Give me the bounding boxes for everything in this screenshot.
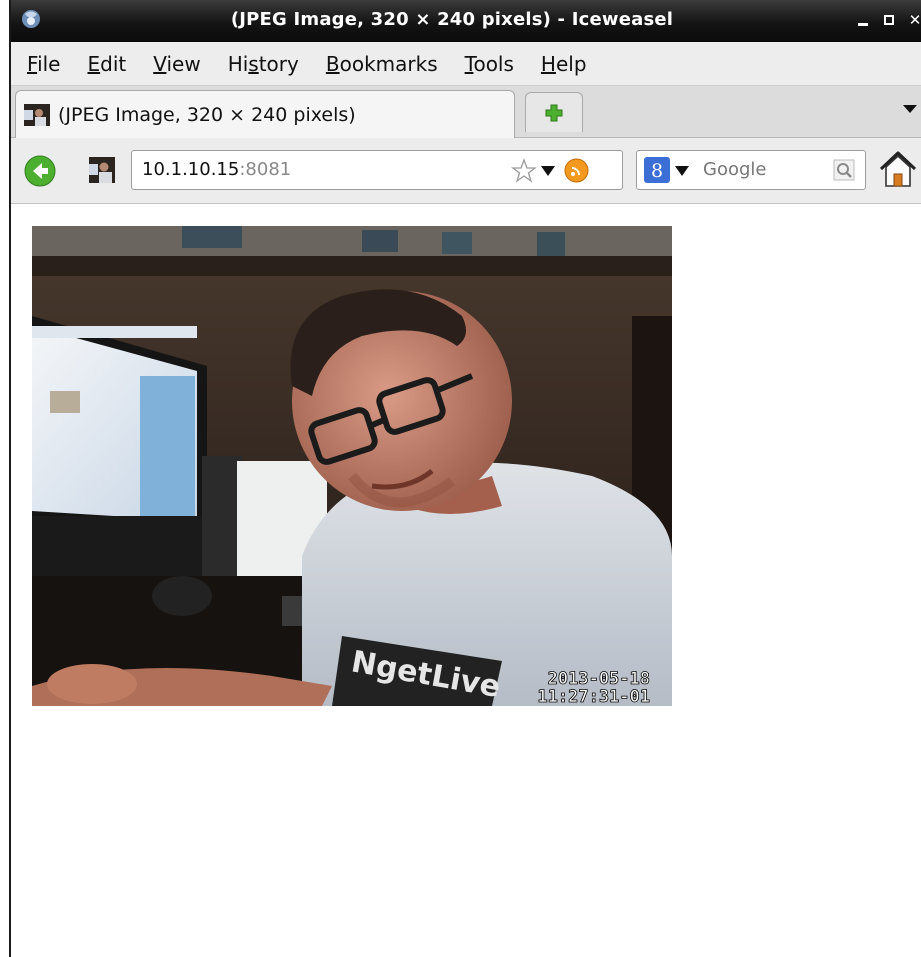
menu-view-mnemonic: V — [153, 51, 167, 76]
tab-bar: (JPEG Image, 320 × 240 pixels) — [11, 86, 921, 139]
menu-help-mnemonic: H — [540, 51, 556, 76]
title-bar[interactable]: (JPEG Image, 320 × 240 pixels) - Iceweas… — [11, 0, 921, 42]
webcam-photo-drawing: NgetLive 2013-05-18 11:27:31-01 — [32, 226, 672, 706]
home-icon[interactable] — [878, 148, 918, 190]
minimize-icon — [858, 22, 868, 26]
image-thumbnail-icon — [24, 104, 50, 126]
url-history-dropdown-icon[interactable] — [541, 165, 555, 177]
maximize-button[interactable] — [881, 12, 897, 28]
url-bar[interactable]: 10.1.10.15:8081 — [131, 150, 623, 190]
menu-edit-mnemonic: E — [87, 51, 101, 76]
svg-text:8: 8 — [651, 160, 663, 182]
minimize-button[interactable] — [855, 12, 871, 28]
menu-file-mnemonic: F — [27, 51, 38, 76]
rss-feed-icon[interactable] — [564, 158, 589, 183]
url-port: :8081 — [239, 159, 292, 180]
menu-file[interactable]: File — [27, 52, 60, 76]
menu-tools[interactable]: Tools — [465, 52, 514, 76]
search-bar[interactable]: 8 Google — [636, 150, 866, 190]
tab-list-dropdown-icon[interactable] — [901, 100, 919, 118]
site-favicon-icon — [89, 157, 115, 183]
browser-window: (JPEG Image, 320 × 240 pixels) - Iceweas… — [9, 0, 921, 957]
navigation-bar: 10.1.10.15:8081 8 Google — [11, 138, 921, 204]
back-arrow-icon[interactable] — [24, 155, 56, 187]
timestamp-date: 2013-05-18 — [548, 669, 650, 689]
url-host: 10.1.10.15 — [142, 159, 240, 180]
menu-edit[interactable]: Edit — [87, 52, 126, 76]
tab-label: (JPEG Image, 320 × 240 pixels) — [58, 104, 356, 126]
tab-jpeg-image[interactable]: (JPEG Image, 320 × 240 pixels) — [15, 90, 515, 139]
search-engine-dropdown-icon[interactable] — [675, 165, 689, 177]
close-icon: ✕ — [908, 11, 921, 29]
timestamp-time: 11:27:31-01 — [537, 687, 650, 706]
new-tab-button[interactable] — [525, 92, 583, 132]
google-search-engine-icon[interactable]: 8 — [644, 157, 670, 183]
menu-view[interactable]: View — [153, 52, 200, 76]
url-text: 10.1.10.15:8081 — [142, 159, 291, 180]
magnifier-search-icon[interactable] — [833, 159, 855, 181]
plus-icon — [545, 104, 563, 121]
bookmark-star-icon[interactable] — [511, 158, 537, 184]
close-button[interactable]: ✕ — [907, 11, 921, 29]
menu-history-mnemonic: s — [248, 51, 259, 76]
webcam-jpeg-image: NgetLive 2013-05-18 11:27:31-01 — [32, 226, 672, 706]
window-title: (JPEG Image, 320 × 240 pixels) - Iceweas… — [230, 9, 674, 30]
menu-bookmarks-mnemonic: B — [325, 51, 340, 76]
menu-bookmarks[interactable]: Bookmarks — [326, 52, 438, 76]
search-input-placeholder: Google — [703, 159, 767, 180]
menu-help[interactable]: Help — [541, 52, 587, 76]
menu-history[interactable]: History — [228, 52, 299, 76]
menu-bar: File Edit View History Bookmarks Tools H… — [11, 42, 921, 86]
maximize-icon — [884, 15, 894, 25]
page-content: NgetLive 2013-05-18 11:27:31-01 — [11, 205, 921, 957]
menu-tools-mnemonic: T — [464, 51, 474, 76]
